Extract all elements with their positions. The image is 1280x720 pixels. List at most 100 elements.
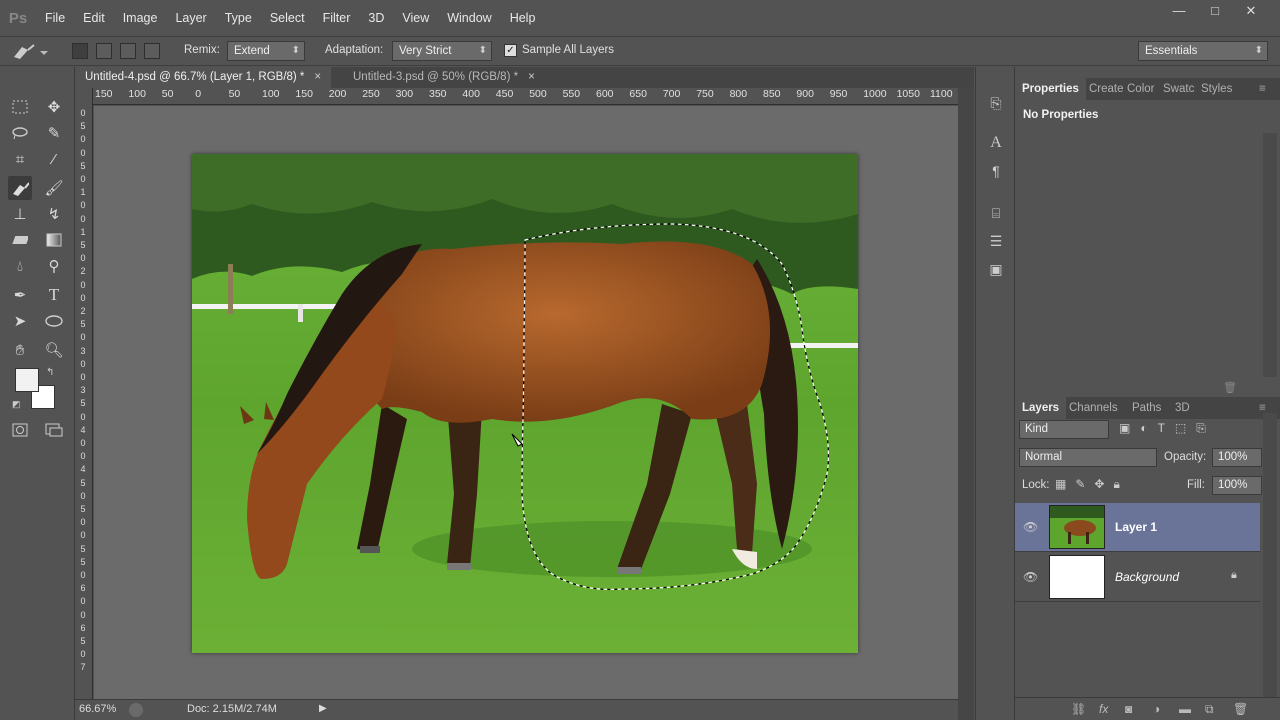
move-tool-icon[interactable]: ✥ — [42, 95, 66, 119]
zoom-tool-icon[interactable]: 🔍︎ — [42, 338, 66, 362]
menu-file[interactable]: File — [36, 0, 74, 36]
tab-channels[interactable]: Channels — [1069, 397, 1118, 419]
layer-kind-filter[interactable]: Kind — [1019, 420, 1109, 439]
maximize-button[interactable]: □ — [1200, 2, 1230, 20]
blend-mode-select[interactable]: Normal — [1019, 448, 1157, 467]
foreground-color-swatch[interactable] — [15, 368, 39, 392]
adaptation-select[interactable]: Very Strict — [392, 41, 492, 61]
menu-select[interactable]: Select — [261, 0, 314, 36]
subtract-selection-mode-button[interactable] — [120, 43, 136, 59]
ruler-tick-label: 0 — [80, 108, 86, 118]
ruler-tick-label: 300 — [395, 88, 414, 100]
ruler-tick-label: 900 — [796, 88, 814, 100]
tab-3d[interactable]: 3D — [1175, 397, 1190, 419]
visibility-eye-icon[interactable]: 👁︎ — [1023, 570, 1038, 584]
tab-close-icon[interactable]: × — [314, 71, 321, 83]
actions-panel-icon[interactable]: ⌸ — [986, 203, 1006, 223]
default-colors-icon[interactable]: ◩ — [12, 399, 21, 410]
properties-trash-icon[interactable]: 🗑︎ — [1223, 381, 1237, 394]
trash-icon[interactable]: 🗑︎ — [1233, 702, 1248, 716]
tab-layers[interactable]: Layers — [1015, 397, 1067, 419]
brush-presets-panel-icon[interactable]: ☰ — [986, 231, 1006, 251]
eraser-tool-icon[interactable] — [8, 228, 32, 252]
status-menu-arrow-icon[interactable]: ▶ — [319, 703, 327, 714]
screen-mode-icon[interactable] — [42, 418, 66, 442]
layer-filter-icons[interactable]: ▣◐T⬚⎘ — [1119, 421, 1216, 436]
quick-selection-tool-icon[interactable]: ✎ — [42, 121, 66, 145]
swap-colors-icon[interactable]: ↰ — [46, 367, 54, 378]
ellipse-tool-icon[interactable] — [42, 309, 66, 333]
tab-untitled-4[interactable]: Untitled-4.psd @ 66.7% (Layer 1, RGB/8) … — [75, 67, 332, 88]
menu-help[interactable]: Help — [501, 0, 545, 36]
crop-tool-icon[interactable]: ⌗ — [8, 147, 32, 171]
eyedropper-tool-icon[interactable]: ⁄ — [42, 147, 66, 171]
tab-styles[interactable]: Styles — [1201, 78, 1232, 100]
adjustment-icon[interactable]: ◑ — [1153, 702, 1160, 716]
layers-scrollbar[interactable] — [1263, 413, 1277, 697]
new-selection-mode-button[interactable] — [72, 43, 88, 59]
panel-menu-icon[interactable]: ≡ — [1259, 78, 1266, 100]
dodge-tool-icon[interactable]: ⚲ — [42, 254, 66, 278]
clone-stamp-tool-icon[interactable]: ⊥ — [8, 202, 32, 226]
intersect-selection-mode-button[interactable] — [144, 43, 160, 59]
close-button[interactable]: ✕ — [1236, 2, 1266, 20]
lasso-tool-icon[interactable] — [8, 121, 32, 145]
ruler-tick-label: 650 — [629, 88, 647, 100]
zoom-info-icon[interactable] — [129, 703, 143, 717]
content-aware-move-tool-icon[interactable] — [8, 176, 32, 200]
menu-type[interactable]: Type — [216, 0, 261, 36]
tool-preset-picker[interactable] — [8, 41, 50, 63]
layer-row-background[interactable]: 👁︎ Background 🔒︎ — [1015, 553, 1260, 602]
properties-scrollbar[interactable] — [1263, 133, 1277, 377]
tab-untitled-3[interactable]: Untitled-3.psd @ 50% (RGB/8) * × — [343, 67, 545, 88]
tab-properties[interactable]: Properties — [1015, 78, 1086, 100]
link-icon[interactable]: ⛓︎ — [1071, 702, 1086, 716]
gradient-tool-icon[interactable] — [42, 228, 66, 252]
opacity-input[interactable]: 100% — [1212, 448, 1262, 467]
history-brush-tool-icon[interactable]: ↯ — [42, 202, 66, 226]
mini-bridge-panel-icon[interactable]: ▣ — [986, 259, 1006, 279]
add-selection-mode-button[interactable] — [96, 43, 112, 59]
document-canvas[interactable] — [192, 154, 858, 653]
menu-view[interactable]: View — [393, 0, 438, 36]
path-selection-tool-icon[interactable]: ➤ — [8, 309, 32, 333]
tab-swatches[interactable]: Swatc — [1163, 78, 1194, 100]
menu-window[interactable]: Window — [438, 0, 500, 36]
blur-tool-icon[interactable]: 💧︎ — [8, 254, 32, 278]
menu-layer[interactable]: Layer — [166, 0, 215, 36]
history-panel-icon[interactable]: ⎘ — [986, 93, 1006, 113]
lock-icons[interactable]: ▦✎✥🔒︎ — [1055, 477, 1129, 492]
folder-icon[interactable]: ▬ — [1179, 702, 1191, 716]
ruler-tick-label: 350 — [429, 88, 447, 100]
menu-edit[interactable]: Edit — [74, 0, 114, 36]
workspace-select[interactable]: Essentials — [1138, 41, 1268, 61]
type-tool-icon[interactable]: T — [42, 283, 66, 307]
menu-filter[interactable]: Filter — [314, 0, 360, 36]
fill-input[interactable]: 100% — [1212, 476, 1262, 495]
tab-color[interactable]: Color — [1127, 78, 1154, 100]
hand-tool-icon[interactable]: ✋︎ — [8, 338, 32, 362]
zoom-level[interactable]: 66.67% — [79, 703, 116, 715]
tab-create[interactable]: Create — [1089, 78, 1124, 100]
quick-mask-icon[interactable] — [8, 418, 32, 442]
paragraph-panel-icon[interactable]: ¶ — [986, 161, 1006, 181]
menu-image[interactable]: Image — [114, 0, 167, 36]
ruler-tick-label: 0 — [80, 213, 86, 224]
pen-tool-icon[interactable]: ✒︎ — [8, 283, 32, 307]
canvas-vertical-scrollbar[interactable] — [958, 88, 974, 720]
tab-paths[interactable]: Paths — [1132, 397, 1161, 419]
menu-3d[interactable]: 3D — [359, 0, 393, 36]
layer-row-layer-1[interactable]: 👁︎ Layer 1 — [1015, 503, 1260, 552]
sample-all-layers-checkbox[interactable]: ✓ — [504, 44, 517, 57]
fx-icon[interactable]: fx — [1099, 702, 1108, 716]
visibility-eye-icon[interactable]: 👁︎ — [1023, 520, 1038, 534]
character-panel-icon[interactable]: A — [986, 133, 1006, 153]
marquee-tool-icon[interactable] — [8, 95, 32, 119]
remix-select[interactable]: Extend — [227, 41, 305, 61]
brush-tool-icon[interactable]: 🖌︎ — [42, 176, 66, 200]
new-layer-icon[interactable]: ⧉ — [1205, 702, 1214, 717]
mask-icon[interactable]: ◙ — [1125, 702, 1132, 716]
tab-close-icon[interactable]: × — [528, 71, 535, 83]
ruler-tick-label: 1000 — [863, 88, 887, 100]
minimize-button[interactable]: — — [1164, 2, 1194, 20]
